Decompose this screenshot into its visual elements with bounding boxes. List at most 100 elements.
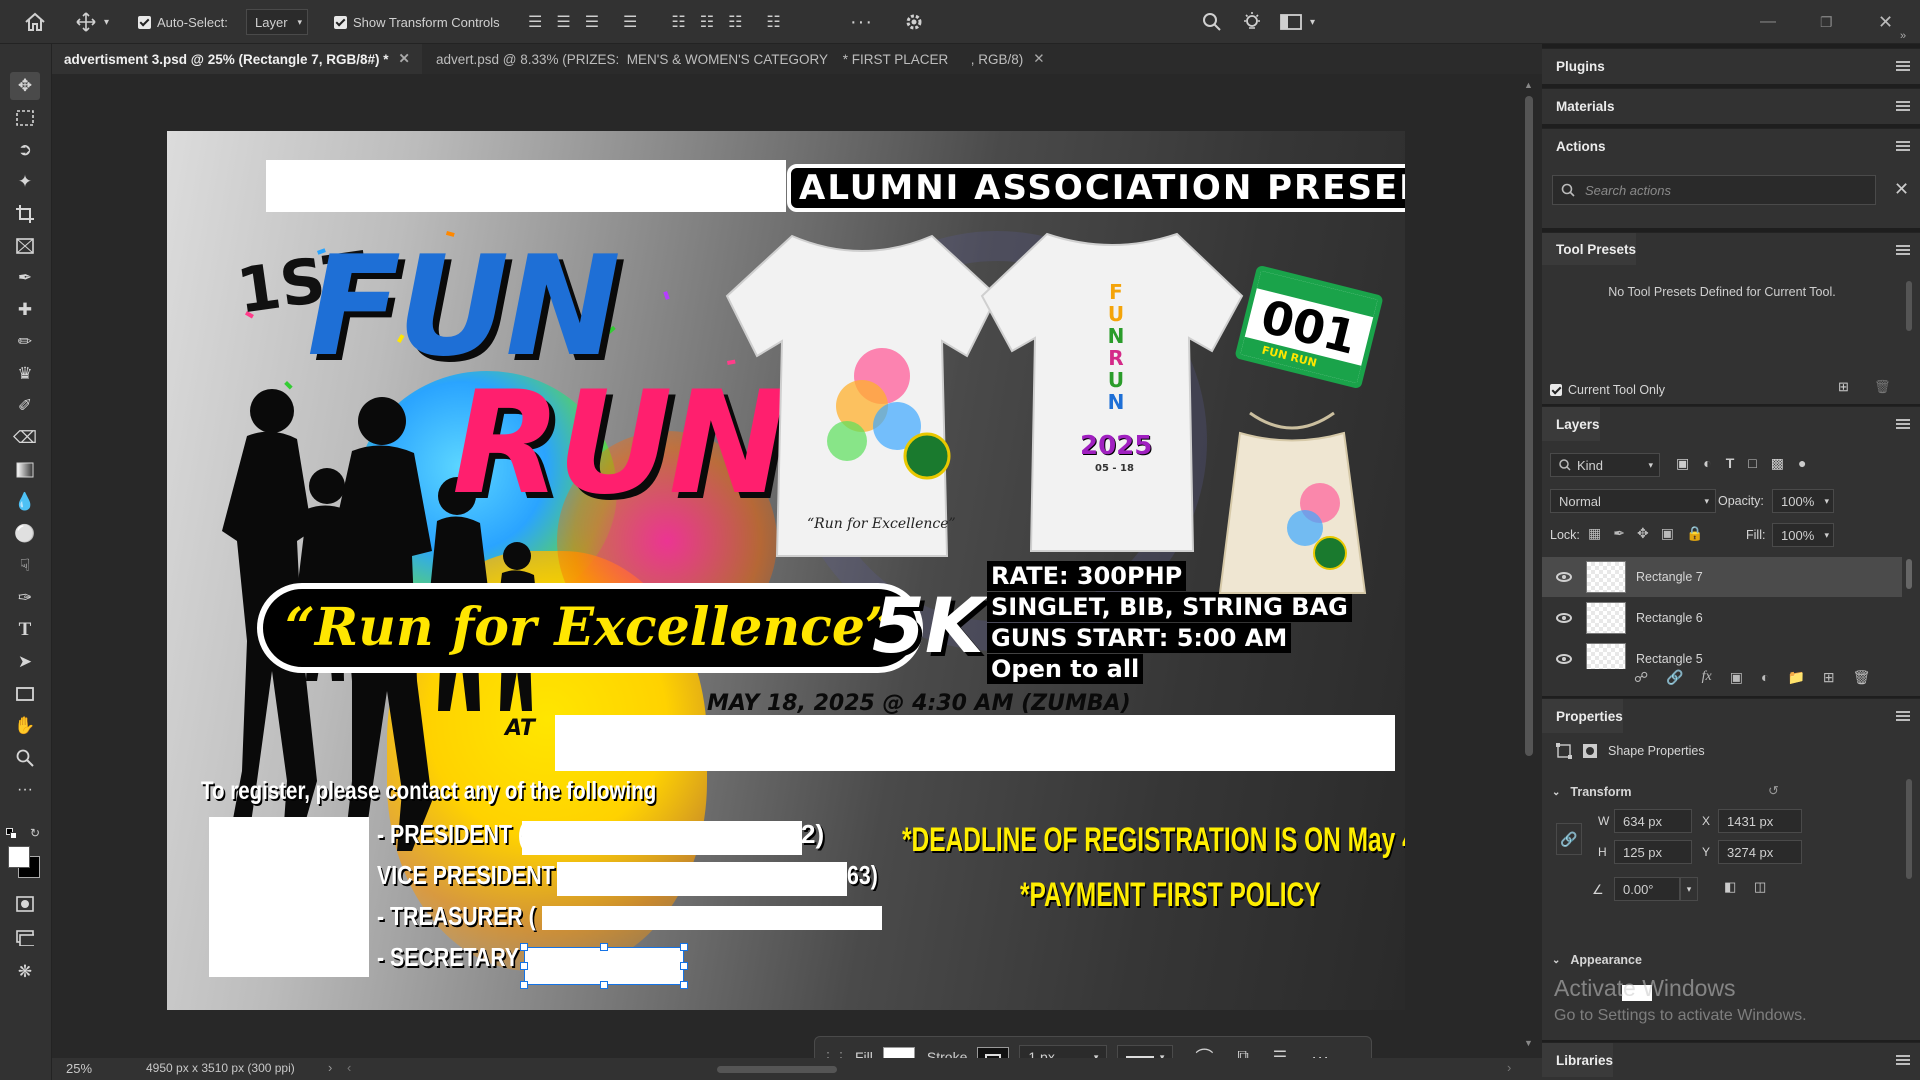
eraser-tool-icon[interactable]: ⌫ <box>10 424 40 452</box>
add-mask-icon[interactable]: ▣ <box>1730 669 1743 686</box>
layer-row-rectangle-5[interactable]: Rectangle 5 <box>1542 639 1902 669</box>
history-brush-tool-icon[interactable]: ✐ <box>10 392 40 420</box>
transform-handle[interactable] <box>680 962 688 970</box>
frame-tool-icon[interactable] <box>10 232 40 260</box>
align-left-icon[interactable]: ☰ <box>528 12 542 32</box>
document-canvas[interactable]: ALUMNI ASSOCIATION PRESENTS 1ST FUN RUN … <box>167 131 1405 1010</box>
lock-artboard-icon[interactable]: ▣ <box>1661 525 1674 542</box>
panel-menu-icon[interactable] <box>1896 711 1910 721</box>
auto-select-checkbox[interactable] <box>138 15 151 29</box>
height-input[interactable]: 125 px <box>1614 840 1692 864</box>
collapse-panels-icon[interactable]: » <box>1900 28 1906 44</box>
scroll-left-arrow[interactable]: ‹ <box>347 1060 351 1075</box>
distribute-icon[interactable]: ☰ <box>623 12 637 32</box>
marquee-tool-icon[interactable] <box>10 104 40 132</box>
align-right-icon[interactable]: ☰ <box>585 12 599 32</box>
lock-pixels-icon[interactable]: ✒ <box>1613 525 1625 542</box>
materials-tab[interactable]: Materials <box>1542 89 1615 123</box>
actions-tab[interactable]: Actions <box>1542 129 1606 163</box>
search-icon[interactable] <box>1202 0 1222 44</box>
default-colors-icon[interactable] <box>6 828 18 840</box>
transform-handle[interactable] <box>600 981 608 989</box>
tab-advertisment-3[interactable]: advertisment 3.psd @ 25% (Rectangle 7, R… <box>52 44 422 74</box>
new-group-icon[interactable]: 📁 <box>1787 669 1804 686</box>
libraries-tab[interactable]: Libraries <box>1542 1043 1614 1077</box>
scroll-up-arrow[interactable]: ▲ <box>1524 80 1533 90</box>
y-input[interactable]: 3274 px <box>1718 840 1802 864</box>
home-icon[interactable] <box>24 0 46 44</box>
magic-wand-tool-icon[interactable]: ✦ <box>10 168 40 196</box>
layer-row-rectangle-6[interactable]: Rectangle 6 <box>1542 598 1902 638</box>
transform-handle[interactable] <box>680 981 688 989</box>
transform-section-header[interactable]: ⌄ Transform <box>1552 785 1632 799</box>
transform-handle[interactable] <box>520 943 528 951</box>
layers-scrollbar[interactable] <box>1906 559 1912 589</box>
chevron-right-icon[interactable]: › <box>328 1060 332 1075</box>
align-top-icon[interactable]: ☷ <box>671 12 685 32</box>
panel-menu-icon[interactable] <box>1896 141 1910 151</box>
quick-mask-icon[interactable] <box>10 890 40 918</box>
close-tab-icon[interactable]: ✕ <box>1033 51 1044 67</box>
scroll-down-arrow[interactable]: ▼ <box>1524 1038 1533 1048</box>
type-filter-icon[interactable]: T <box>1726 455 1735 472</box>
auto-select-toggle[interactable]: Auto-Select: <box>138 0 228 44</box>
foreground-color-swatch[interactable] <box>8 846 30 868</box>
pen-tool-icon[interactable]: ✑ <box>10 584 40 612</box>
transform-handle[interactable] <box>520 981 528 989</box>
x-input[interactable]: 1431 px <box>1718 809 1802 833</box>
visibility-eye-icon[interactable] <box>1556 613 1572 623</box>
angle-input[interactable]: 0.00° <box>1614 877 1680 901</box>
panel-menu-icon[interactable] <box>1896 419 1910 429</box>
link-dimensions-icon[interactable]: 🔗 <box>1556 823 1582 855</box>
eyedropper-tool-icon[interactable]: ✒ <box>10 264 40 292</box>
appearance-section-header[interactable]: ⌄ Appearance <box>1552 953 1642 967</box>
delete-layer-icon[interactable]: 🗑 <box>1853 669 1871 686</box>
screen-mode-icon[interactable] <box>10 924 40 952</box>
align-bottom-icon[interactable]: ☷ <box>728 12 742 32</box>
reset-transform-icon[interactable]: ↺ <box>1768 783 1779 799</box>
smart-object-filter-icon[interactable]: ▩ <box>1771 455 1784 472</box>
new-preset-icon[interactable]: ⊞ <box>1838 379 1849 395</box>
blend-mode-dropdown[interactable]: Normal ▾ <box>1550 489 1716 513</box>
swap-colors-icon[interactable]: ↻ <box>30 826 40 840</box>
zoom-tool-icon[interactable] <box>10 744 40 772</box>
healing-brush-tool-icon[interactable]: ✚ <box>10 296 40 324</box>
shape-filter-icon[interactable]: □ <box>1748 455 1756 472</box>
scroll-right-arrow[interactable]: › <box>1507 1060 1511 1075</box>
auto-select-mode-dropdown[interactable]: Layer ▾ <box>246 9 308 35</box>
presets-scrollbar[interactable] <box>1906 281 1912 331</box>
align-middle-icon[interactable]: ☷ <box>700 12 714 32</box>
show-transform-toggle[interactable]: Show Transform Controls <box>334 0 500 44</box>
align-center-icon[interactable]: ☰ <box>556 12 570 32</box>
panel-menu-icon[interactable] <box>1896 245 1910 255</box>
smudge-tool-icon[interactable]: ☟ <box>10 552 40 580</box>
chevron-down-icon[interactable]: ▾ <box>104 17 109 28</box>
lock-all-icon[interactable]: 🔒 <box>1686 525 1703 542</box>
blur-tool-icon[interactable]: 💧 <box>10 488 40 516</box>
pixel-filter-icon[interactable]: ▣ <box>1676 455 1689 472</box>
filter-toggle-icon[interactable]: ● <box>1798 455 1806 472</box>
generative-icon[interactable]: ❋ <box>10 958 40 986</box>
link-layers-icon[interactable]: ☍ <box>1634 669 1648 686</box>
new-layer-icon[interactable]: ⊞ <box>1823 669 1835 686</box>
move-tool-icon[interactable]: ✥ <box>10 72 40 100</box>
adjustment-filter-icon[interactable]: ◐ <box>1703 455 1711 472</box>
properties-scrollbar[interactable] <box>1906 779 1912 879</box>
actions-search-input[interactable]: Search actions <box>1552 175 1876 205</box>
opacity-input[interactable]: 100% ▾ <box>1772 489 1834 513</box>
fill-input[interactable]: 100% ▾ <box>1772 523 1834 547</box>
tab-advert[interactable]: advert.psd @ 8.33% (PRIZES: MEN'S & WOME… <box>422 44 1122 74</box>
move-tool-preset-icon[interactable]: ▾ <box>76 0 109 44</box>
lock-position-icon[interactable]: ✥ <box>1637 525 1649 542</box>
plugins-tab[interactable]: Plugins <box>1542 49 1605 83</box>
panel-menu-icon[interactable] <box>1896 1055 1910 1065</box>
visibility-eye-icon[interactable] <box>1556 654 1572 664</box>
tool-presets-tab[interactable]: Tool Presets <box>1542 233 1637 265</box>
transform-handle[interactable] <box>520 962 528 970</box>
transform-handle[interactable] <box>600 943 608 951</box>
rectangle-tool-icon[interactable] <box>10 680 40 708</box>
current-tool-only-toggle[interactable]: Current Tool Only <box>1550 383 1665 397</box>
restore-window-button[interactable]: ❐ <box>1820 0 1833 44</box>
show-transform-checkbox[interactable] <box>334 15 347 29</box>
path-selection-tool-icon[interactable]: ➤ <box>10 648 40 676</box>
